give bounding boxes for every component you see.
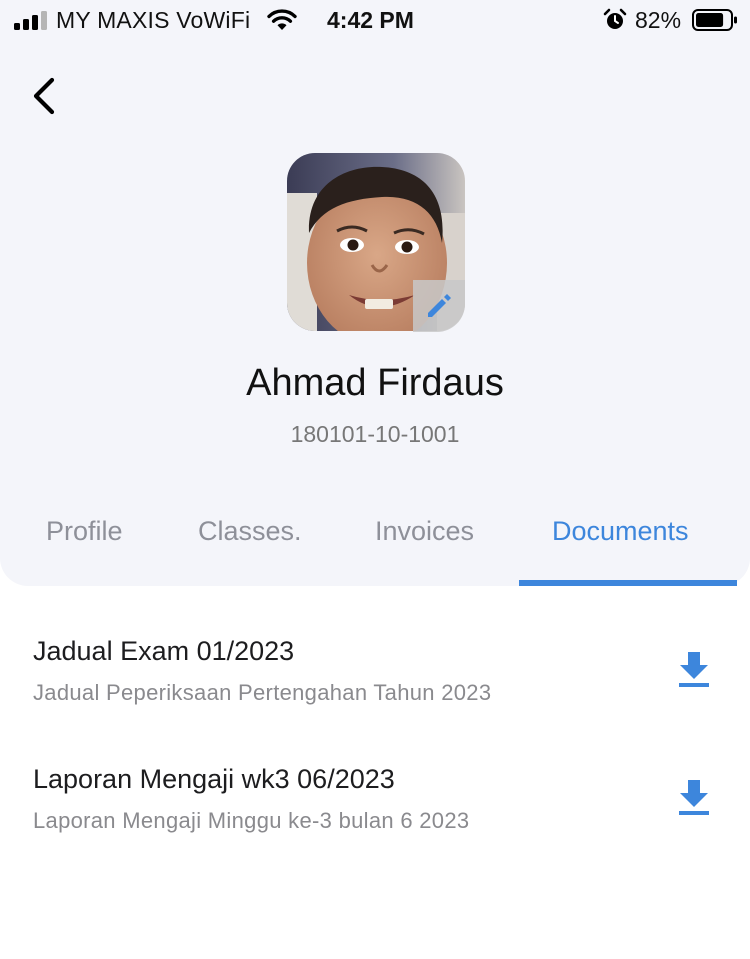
battery-icon	[692, 9, 737, 31]
status-bar: MY MAXIS VoWiFi 4:42 PM 82%	[0, 0, 750, 40]
back-button[interactable]	[24, 72, 68, 122]
download-icon	[679, 780, 709, 815]
tab-profile[interactable]: Profile	[46, 516, 123, 547]
tab-classes[interactable]: Classes.	[198, 516, 302, 547]
profile-name: Ahmad Firdaus	[246, 362, 504, 404]
download-button[interactable]	[676, 778, 712, 818]
download-button[interactable]	[676, 650, 712, 690]
download-icon	[679, 652, 709, 687]
document-title: Laporan Mengaji wk3 06/2023	[33, 764, 395, 794]
document-description: Laporan Mengaji Minggu ke-3 bulan 6 2023	[33, 808, 470, 833]
cellular-signal-icon	[14, 10, 48, 30]
document-item[interactable]: Jadual Exam 01/2023 Jadual Peperiksaan P…	[0, 636, 750, 746]
pencil-icon	[428, 294, 451, 317]
profile-id-number: 180101-10-1001	[290, 421, 460, 447]
tab-invoices[interactable]: Invoices	[375, 516, 474, 547]
carrier-name: MY MAXIS VoWiFi	[56, 7, 251, 33]
battery-percentage: 82%	[635, 7, 682, 33]
active-tab-indicator	[519, 580, 737, 586]
clock-time: 4:42 PM	[327, 7, 414, 33]
tab-documents[interactable]: Documents	[552, 516, 689, 547]
document-description: Jadual Peperiksaan Pertengahan Tahun 202…	[33, 680, 492, 705]
document-title: Jadual Exam 01/2023	[33, 636, 295, 666]
document-item[interactable]: Laporan Mengaji wk3 06/2023 Laporan Meng…	[0, 764, 750, 874]
wifi-icon	[267, 9, 297, 30]
alarm-clock-icon	[603, 8, 627, 29]
chevron-left-icon	[33, 77, 55, 115]
